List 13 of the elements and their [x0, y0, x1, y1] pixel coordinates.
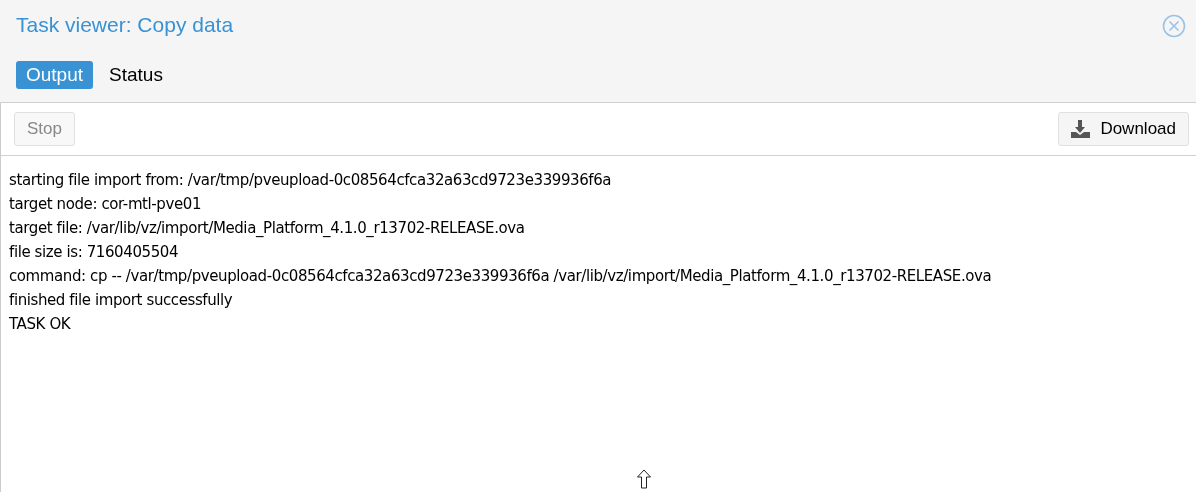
cursor-icon	[636, 469, 652, 489]
download-icon	[1071, 120, 1092, 138]
window-title: Task viewer: Copy data	[16, 13, 234, 37]
log-line: TASK OK	[9, 314, 72, 335]
download-button[interactable]: Download	[1058, 112, 1189, 146]
close-icon[interactable]	[1162, 14, 1186, 38]
log-line: target node: cor-mtl-pve01	[9, 194, 203, 215]
log-line: target file: /var/lib/vz/import/Media_Platform_4.1.0_r13702-RELEASE.ova	[9, 218, 526, 239]
log-line: command: cp -- /var/tmp/pveupload-0c08564cfca32a63cd9723e339936f6a /var/lib/vz/import/Media_Platform_4.1.0_r13702-RELEASE.ova	[9, 266, 993, 287]
log-line: starting file import from: /var/tmp/pveupload-0c08564cfca32a63cd9723e339936f6a	[9, 170, 613, 191]
tab[interactable]: Status	[99, 61, 173, 89]
log-line: file size is: 7160405504	[9, 242, 180, 263]
log-line: finished file import successfully	[9, 290, 234, 311]
